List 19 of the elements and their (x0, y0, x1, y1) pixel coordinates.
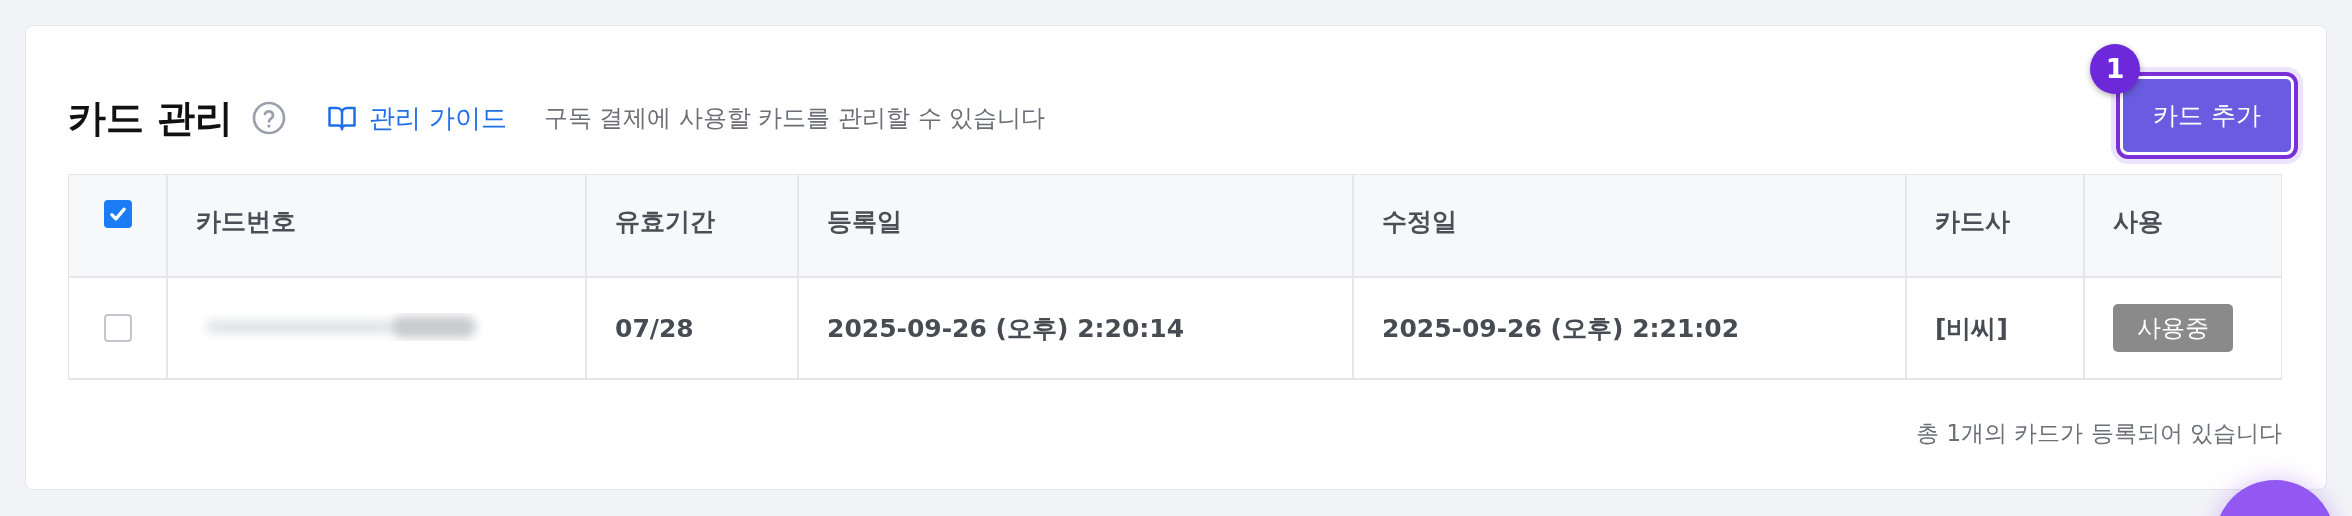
page-title: 카드 관리 (68, 94, 234, 142)
description-text: 구독 결제에 사용할 카드를 관리할 수 있습니다 (543, 103, 1046, 134)
select-all-checkbox[interactable] (103, 199, 132, 228)
table-cell-text: [비씨] (1935, 312, 2008, 345)
step-badge: 1 (2090, 43, 2141, 94)
column-header: 카드번호 (196, 206, 296, 238)
row-checkbox[interactable] (103, 314, 132, 342)
column-header: 사용 (2113, 206, 2163, 238)
guide-link[interactable]: 관리 가이드 (327, 100, 508, 136)
column-header: 등록일 (827, 206, 902, 238)
card-count-text: 총 1개의 카드가 등록되어 있습니다 (1916, 419, 2282, 448)
column-header: 카드사 (1935, 206, 2010, 238)
table-cell-text: 2025-09-26 (오후) 2:20:14 (827, 312, 1185, 345)
column-header: 수정일 (1382, 206, 1457, 238)
status-tag: 사용중 (2113, 304, 2233, 352)
column-header: 유효기간 (615, 206, 715, 238)
table-cell-text: 2025-09-26 (오후) 2:21:02 (1382, 312, 1740, 345)
help-icon[interactable] (251, 100, 288, 136)
table-cell: 07/28 (615, 313, 694, 343)
